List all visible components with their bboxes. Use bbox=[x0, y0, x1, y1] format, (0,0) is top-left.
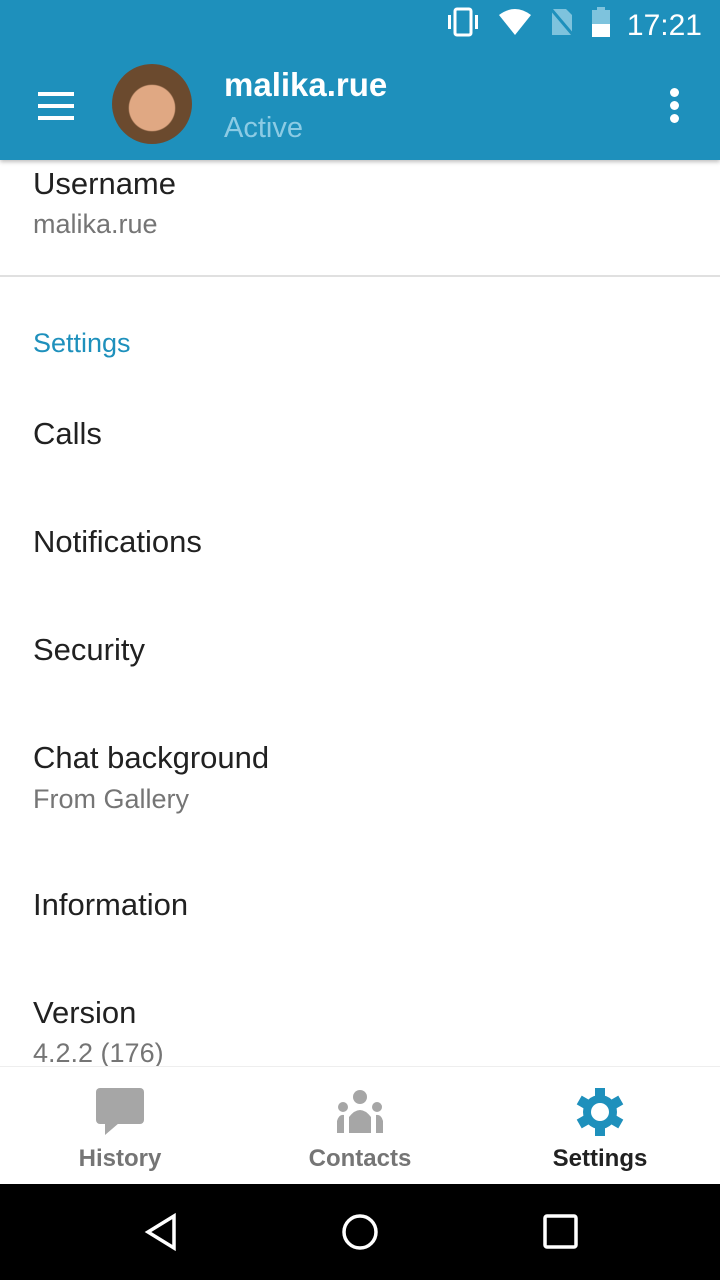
version-value: 4.2.2 (176) bbox=[33, 1038, 164, 1068]
settings-item-chat-background[interactable]: Chat background bbox=[33, 740, 269, 776]
avatar[interactable] bbox=[112, 64, 192, 144]
settings-item-security[interactable]: Security bbox=[33, 632, 145, 668]
system-navigation-bar bbox=[0, 1184, 720, 1280]
bottom-navigation: History Contacts Settings bbox=[0, 1066, 720, 1184]
tab-label: History bbox=[78, 1145, 162, 1172]
more-options-icon[interactable] bbox=[670, 88, 680, 127]
wifi-icon bbox=[497, 7, 533, 45]
username-value: malika.rue bbox=[33, 209, 158, 239]
chat-bubble-icon bbox=[96, 1088, 144, 1135]
username-label: Username bbox=[33, 166, 176, 201]
settings-item-calls[interactable]: Calls bbox=[33, 416, 102, 452]
tab-history[interactable]: History bbox=[0, 1067, 240, 1185]
settings-item-notifications[interactable]: Notifications bbox=[33, 524, 202, 560]
gear-icon bbox=[576, 1088, 624, 1136]
status-bar: 17:21 bbox=[445, 7, 702, 45]
divider bbox=[0, 275, 720, 277]
chat-background-value: From Gallery bbox=[33, 784, 190, 814]
presence-status: Active bbox=[224, 112, 303, 144]
no-sim-icon bbox=[549, 7, 575, 45]
settings-item-information[interactable]: Information bbox=[33, 887, 188, 923]
section-title: Settings bbox=[33, 328, 131, 358]
tab-contacts[interactable]: Contacts bbox=[240, 1067, 480, 1185]
settings-item-version: Version bbox=[33, 995, 137, 1030]
home-icon[interactable] bbox=[340, 1212, 380, 1252]
app-bar: 17:21 malika.rue Active bbox=[0, 0, 720, 160]
tab-settings[interactable]: Settings bbox=[480, 1067, 720, 1185]
clock: 17:21 bbox=[626, 9, 702, 42]
people-icon bbox=[337, 1090, 383, 1133]
menu-icon[interactable] bbox=[38, 92, 74, 128]
vibrate-icon bbox=[445, 7, 481, 45]
contact-name: malika.rue bbox=[224, 66, 388, 103]
tab-label: Contacts bbox=[308, 1145, 412, 1172]
recents-icon[interactable] bbox=[541, 1212, 581, 1252]
back-icon[interactable] bbox=[142, 1212, 182, 1252]
tab-label: Settings bbox=[552, 1145, 648, 1172]
battery-icon bbox=[591, 7, 611, 45]
